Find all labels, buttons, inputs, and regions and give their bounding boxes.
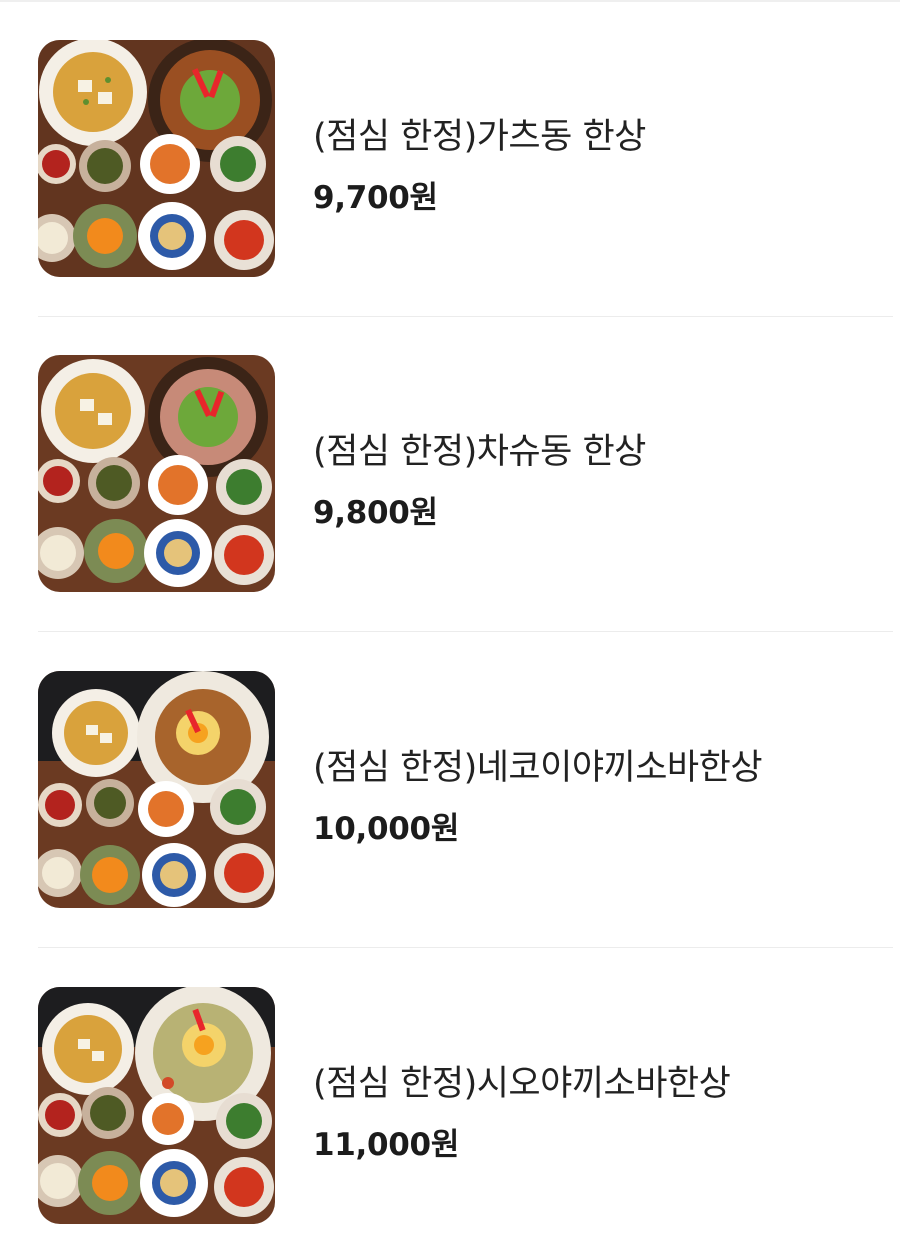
- menu-item[interactable]: (점심 한정)차슈동 한상 9,800원: [38, 355, 893, 593]
- food-photo: [38, 355, 275, 592]
- food-photo: [38, 671, 275, 908]
- menu-item[interactable]: (점심 한정)시오야끼소바한상 11,000원: [38, 987, 893, 1225]
- menu-item-price: 9,800원: [313, 495, 438, 531]
- menu-item-name: (점심 한정)네코이야끼소바한상: [313, 748, 763, 788]
- menu-item[interactable]: (점심 한정)가츠동 한상 9,700원: [38, 40, 893, 278]
- menu-item-name: (점심 한정)차슈동 한상: [313, 432, 646, 472]
- menu-item-name: (점심 한정)가츠동 한상: [313, 117, 646, 157]
- item-divider: [38, 631, 893, 632]
- item-divider: [38, 316, 893, 317]
- menu-item-name: (점심 한정)시오야끼소바한상: [313, 1064, 731, 1104]
- food-photo: [38, 40, 275, 277]
- menu-item-price: 10,000원: [313, 811, 460, 847]
- food-photo: [38, 987, 275, 1224]
- menu-item-price: 9,700원: [313, 180, 438, 216]
- menu-item[interactable]: (점심 한정)네코이야끼소바한상 10,000원: [38, 671, 893, 909]
- top-divider: [0, 0, 900, 2]
- item-divider: [38, 947, 893, 948]
- menu-item-price: 11,000원: [313, 1127, 460, 1163]
